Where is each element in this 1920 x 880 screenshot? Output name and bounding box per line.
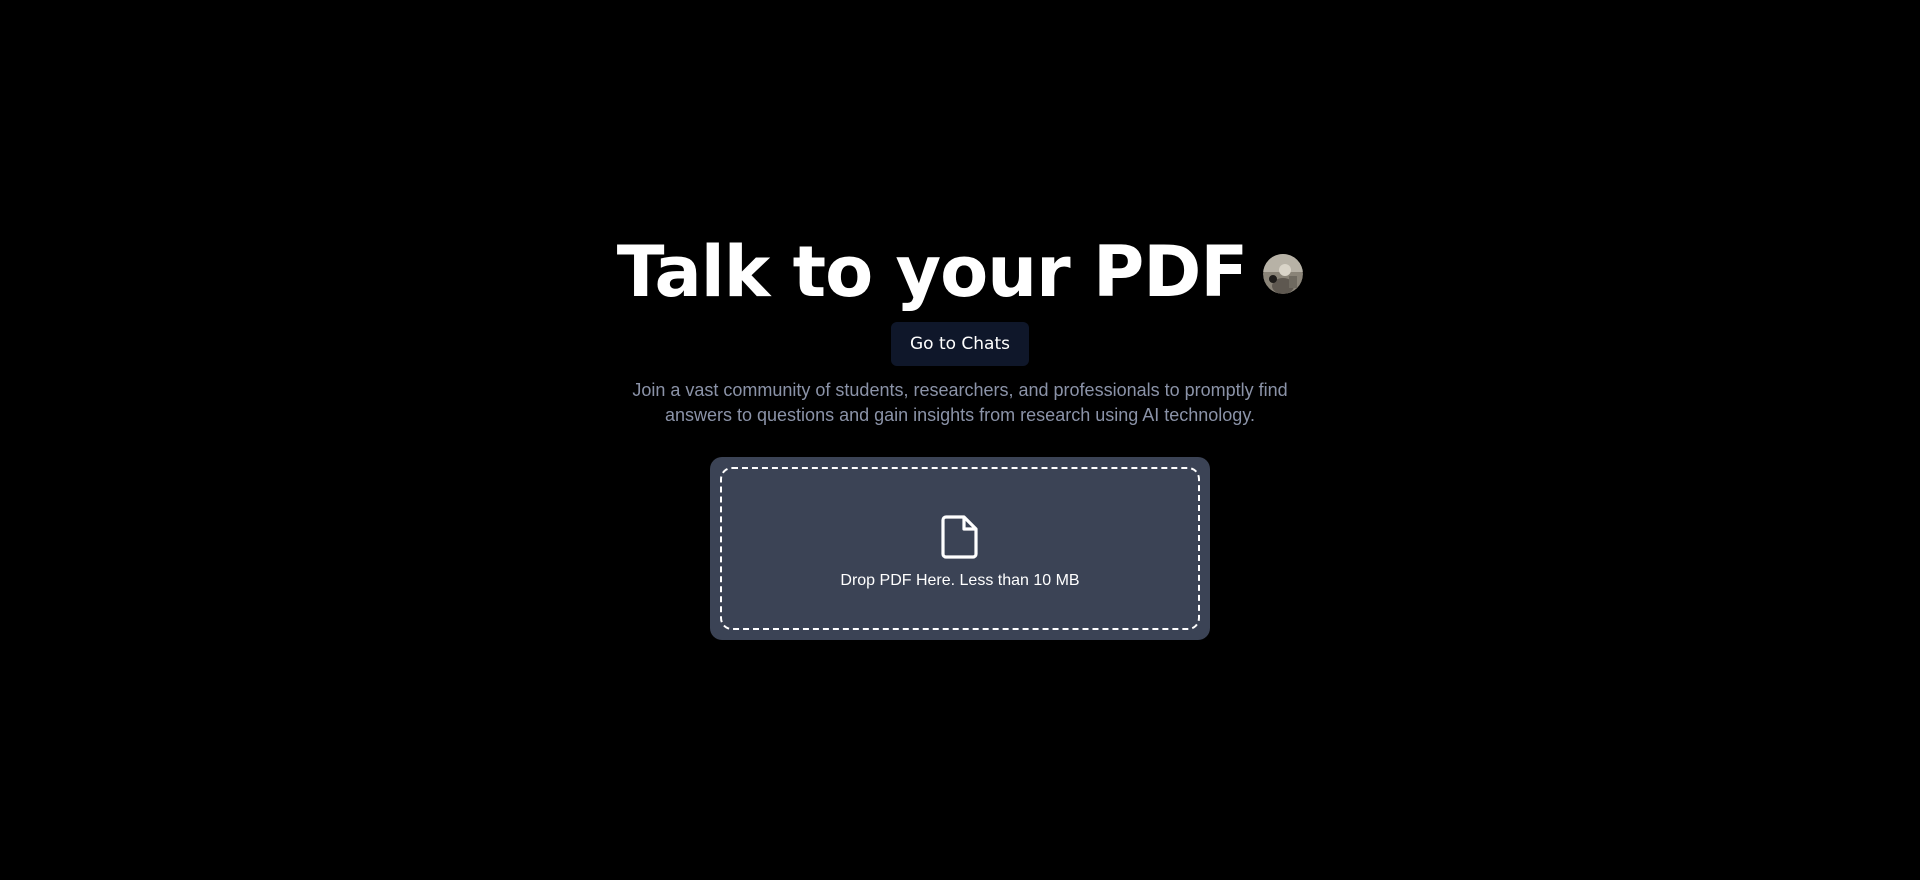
page-title: Talk to your PDF	[616, 231, 1248, 313]
pdf-dropzone[interactable]: Drop PDF Here. Less than 10 MB	[720, 467, 1200, 630]
hero-description: Join a vast community of students, resea…	[632, 380, 1288, 425]
dropzone-label: Drop PDF Here. Less than 10 MB	[840, 571, 1080, 589]
pdf-upload-panel: Drop PDF Here. Less than 10 MB	[710, 457, 1210, 640]
landing-page: Talk to your PDF Go to Chats Join a vast…	[0, 0, 1920, 880]
avatar[interactable]	[1263, 254, 1304, 294]
file-icon	[941, 514, 978, 559]
avatar-photo-icon	[1263, 254, 1304, 294]
hero-title-row: Talk to your PDF	[0, 228, 1920, 316]
go-to-chats-button[interactable]: Go to Chats	[891, 322, 1029, 366]
